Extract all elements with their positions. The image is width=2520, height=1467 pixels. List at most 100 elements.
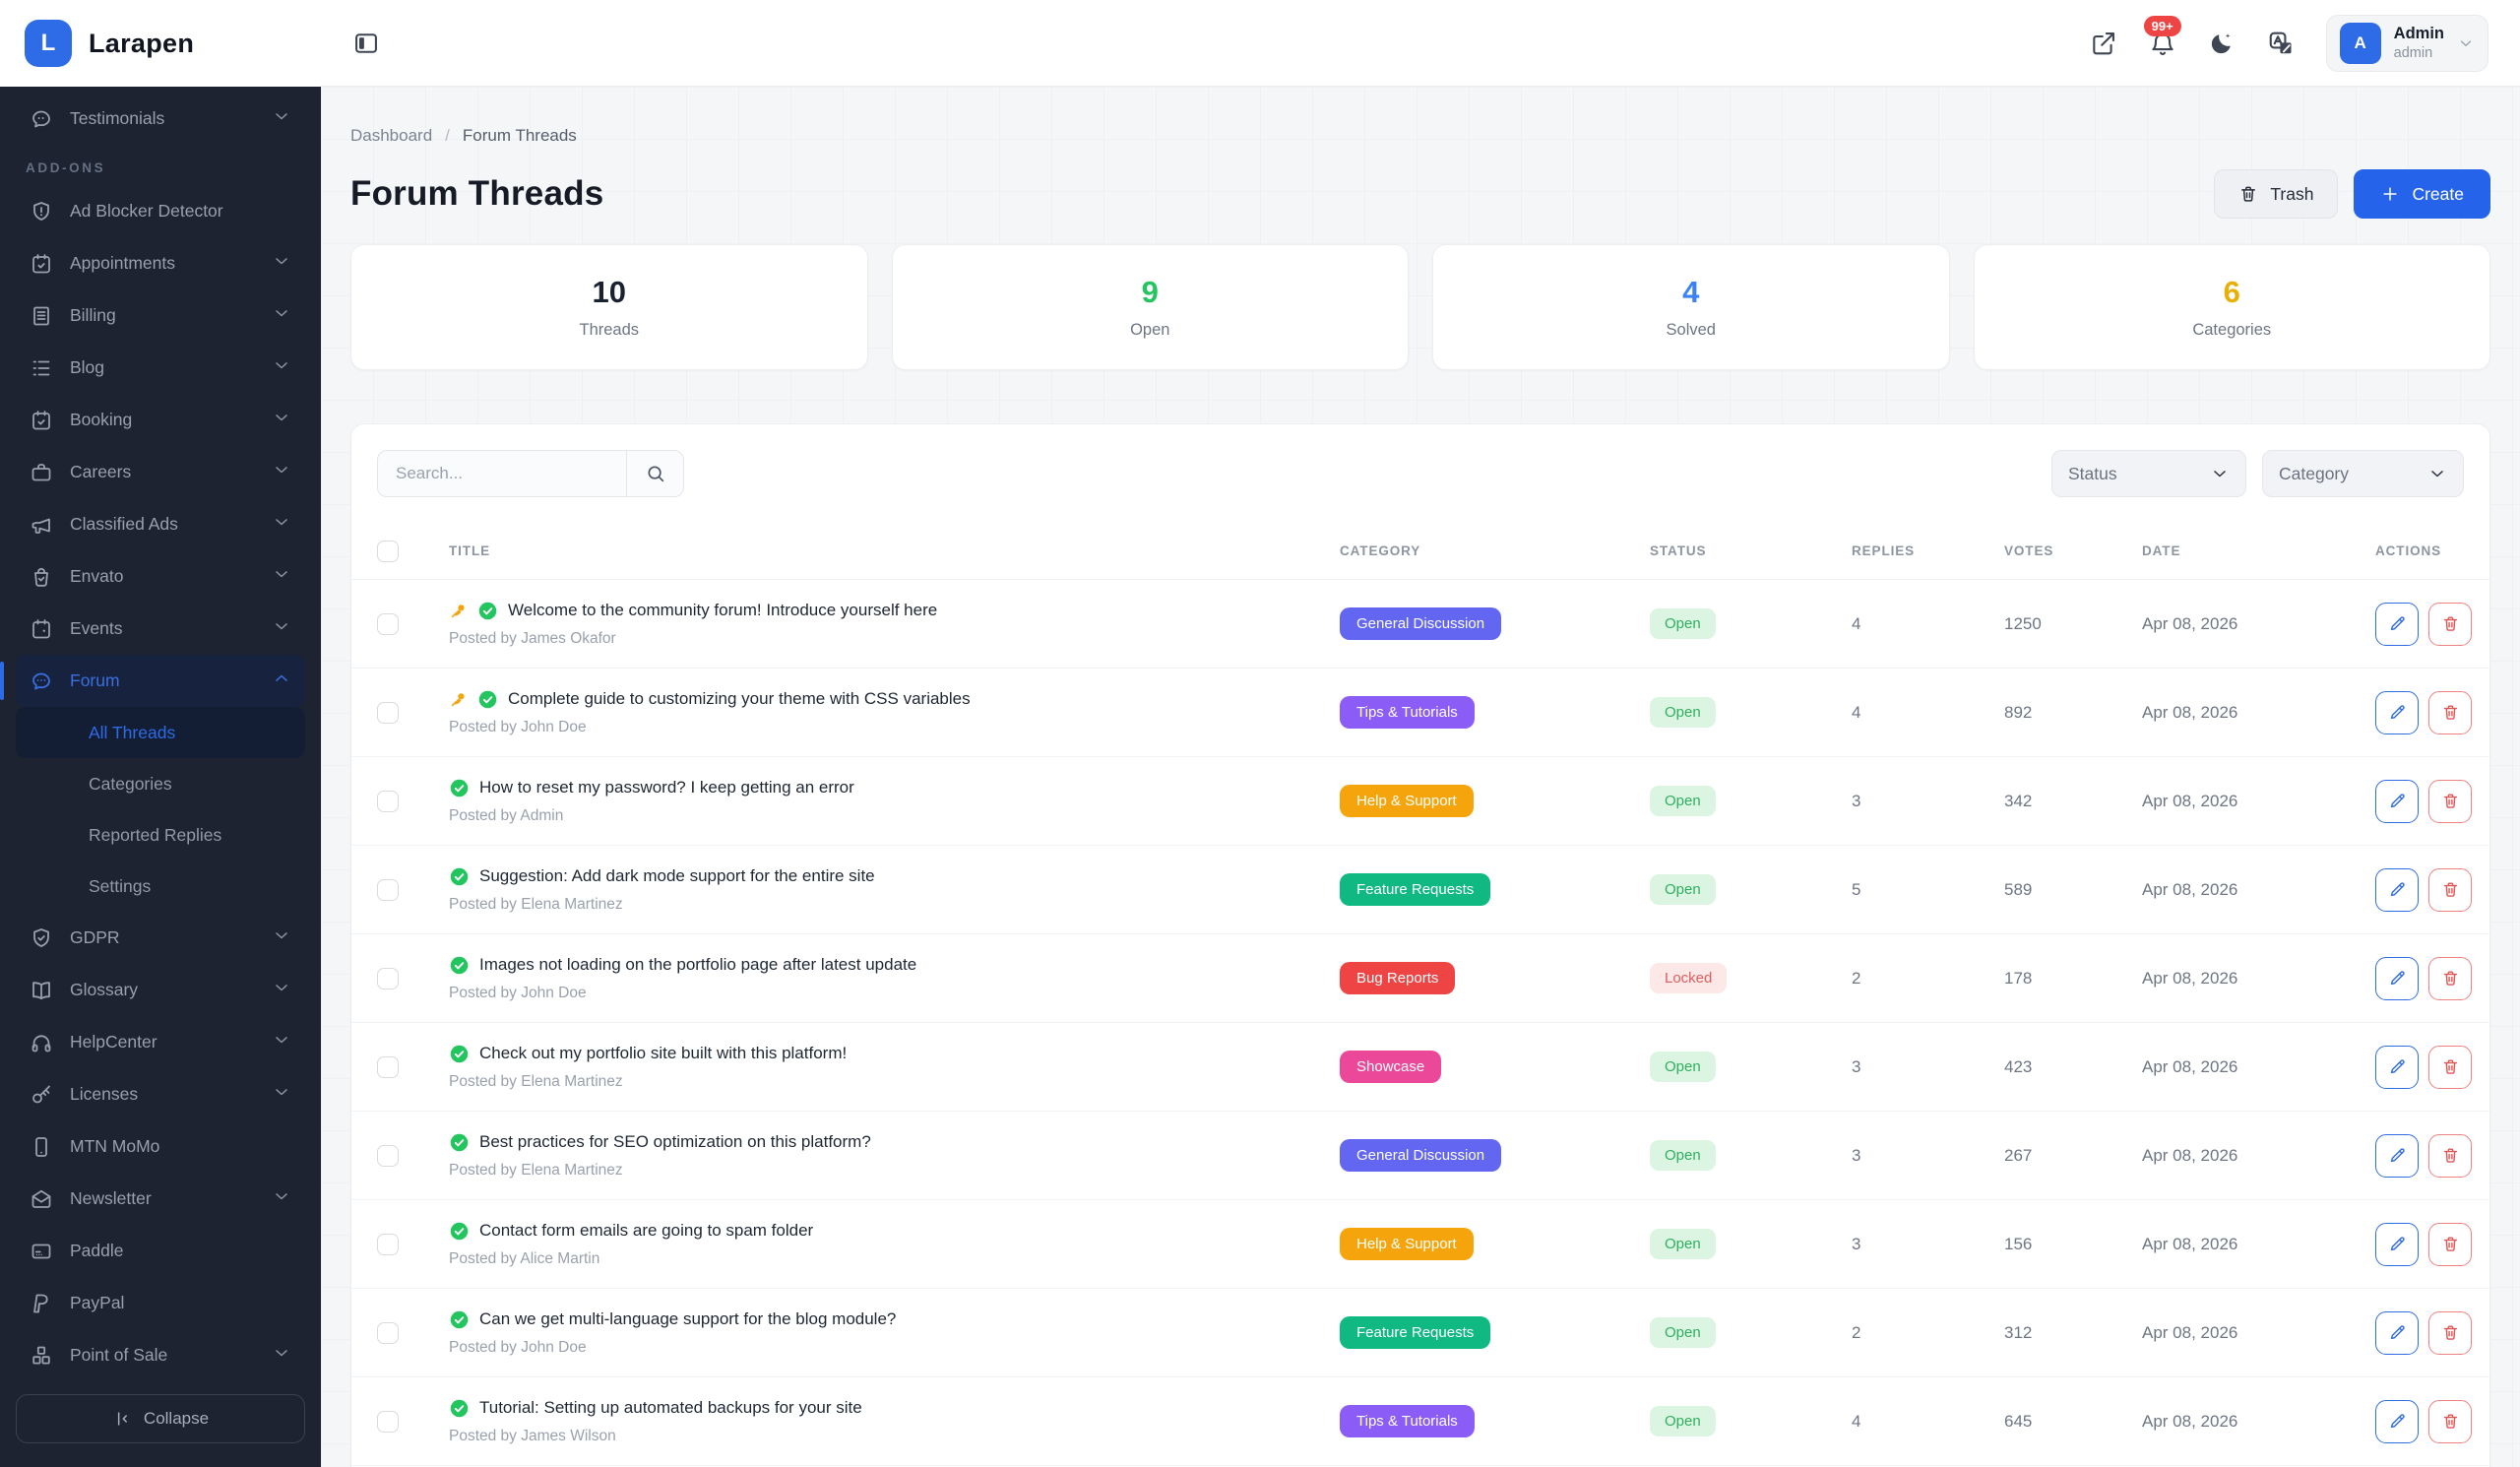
create-button[interactable]: Create [2354, 169, 2490, 219]
sidebar-item-label: Ad Blocker Detector [70, 201, 223, 222]
delete-button[interactable] [2428, 1223, 2472, 1266]
sidebar-item-appointments[interactable]: Appointments [16, 237, 305, 289]
thread-title[interactable]: Contact form emails are going to spam fo… [479, 1221, 813, 1241]
headphones-icon [30, 1031, 53, 1054]
sidebar-item-paypal[interactable]: PayPal [16, 1277, 305, 1329]
row-checkbox[interactable] [377, 1056, 399, 1078]
category-badge: Feature Requests [1340, 1316, 1490, 1349]
sidebar-subitem-reported-replies[interactable]: Reported Replies [16, 809, 305, 861]
trash-button[interactable]: Trash [2214, 169, 2338, 219]
search-button[interactable] [626, 451, 683, 496]
row-checkbox[interactable] [377, 968, 399, 989]
category-badge: General Discussion [1340, 1139, 1501, 1172]
edit-button[interactable] [2375, 1400, 2419, 1443]
status-filter-select[interactable]: Status [2051, 450, 2246, 497]
breadcrumb-dashboard[interactable]: Dashboard [350, 126, 432, 146]
sidebar-toggle-button[interactable] [352, 30, 380, 57]
sidebar-item-forum[interactable]: Forum [16, 655, 305, 707]
row-checkbox[interactable] [377, 613, 399, 635]
edit-button[interactable] [2375, 603, 2419, 646]
sidebar-subitem-settings[interactable]: Settings [16, 861, 305, 912]
thread-title[interactable]: Images not loading on the portfolio page… [479, 955, 916, 975]
sidebar-item-billing[interactable]: Billing [16, 289, 305, 342]
sidebar-subitem-categories[interactable]: Categories [16, 758, 305, 809]
thread-title-cell: Contact form emails are going to spam fo… [449, 1221, 1340, 1268]
edit-button[interactable] [2375, 1311, 2419, 1355]
sidebar-subitem-all-threads[interactable]: All Threads [16, 707, 305, 758]
search-input[interactable] [378, 451, 626, 496]
thread-title[interactable]: Complete guide to customizing your theme… [508, 689, 971, 709]
sidebar-item-classified-ads[interactable]: Classified Ads [16, 498, 305, 550]
edit-button[interactable] [2375, 957, 2419, 1000]
delete-button[interactable] [2428, 691, 2472, 734]
sidebar-item-point-of-sale[interactable]: Point of Sale [16, 1329, 305, 1378]
delete-button[interactable] [2428, 1400, 2472, 1443]
user-menu[interactable]: A Admin admin [2326, 15, 2488, 72]
category-filter-select[interactable]: Category [2262, 450, 2464, 497]
edit-button[interactable] [2375, 1046, 2419, 1089]
sidebar-item-newsletter[interactable]: Newsletter [16, 1173, 305, 1225]
row-actions [2375, 1400, 2472, 1443]
sidebar-item-envato[interactable]: Envato [16, 550, 305, 603]
row-checkbox[interactable] [377, 879, 399, 901]
sidebar-item-events[interactable]: Events [16, 603, 305, 655]
collapse-sidebar-button[interactable]: Collapse [16, 1394, 305, 1443]
sidebar-item-ad-blocker-detector[interactable]: Ad Blocker Detector [16, 185, 305, 237]
dark-mode-button[interactable] [2208, 30, 2236, 57]
collapse-left-icon [112, 1409, 132, 1429]
row-checkbox[interactable] [377, 791, 399, 812]
trash-icon [2441, 614, 2460, 633]
edit-button[interactable] [2375, 868, 2419, 912]
filter-selects: Status Category [2051, 450, 2464, 497]
delete-button[interactable] [2428, 1046, 2472, 1089]
notifications-button[interactable]: 99+ [2149, 30, 2176, 57]
sidebar-item-licenses[interactable]: Licenses [16, 1068, 305, 1120]
row-checkbox[interactable] [377, 1234, 399, 1255]
thread-title[interactable]: Tutorial: Setting up automated backups f… [479, 1398, 862, 1418]
row-checkbox[interactable] [377, 1411, 399, 1433]
open-site-button[interactable] [2090, 30, 2117, 57]
votes-count: 156 [2004, 1235, 2142, 1254]
check-circle-icon [449, 1221, 470, 1242]
row-checkbox[interactable] [377, 702, 399, 724]
user-name: Admin [2394, 25, 2444, 43]
sidebar-item-booking[interactable]: Booking [16, 394, 305, 446]
select-all-checkbox[interactable] [377, 541, 399, 562]
delete-button[interactable] [2428, 780, 2472, 823]
thread-title[interactable]: Can we get multi-language support for th… [479, 1309, 896, 1329]
stat-value: 9 [1142, 275, 1159, 310]
row-actions [2375, 780, 2472, 823]
sidebar-item-testimonials[interactable]: Testimonials [16, 93, 305, 145]
thread-title[interactable]: Welcome to the community forum! Introduc… [508, 601, 937, 620]
edit-button[interactable] [2375, 780, 2419, 823]
thread-title[interactable]: Check out my portfolio site built with t… [479, 1044, 847, 1063]
receipt-icon [30, 304, 53, 328]
delete-button[interactable] [2428, 868, 2472, 912]
sidebar-item-gdpr[interactable]: GDPR [16, 912, 305, 964]
row-checkbox[interactable] [377, 1145, 399, 1167]
sidebar-item-glossary[interactable]: Glossary [16, 964, 305, 1016]
sidebar-item-paddle[interactable]: Paddle [16, 1225, 305, 1277]
delete-button[interactable] [2428, 1134, 2472, 1178]
sidebar-item-careers[interactable]: Careers [16, 446, 305, 498]
shield-alert-icon [30, 200, 53, 223]
sidebar-item-helpcenter[interactable]: HelpCenter [16, 1016, 305, 1068]
sidebar-item-blog[interactable]: Blog [16, 342, 305, 394]
category-filter-label: Category [2279, 464, 2349, 484]
language-button[interactable] [2267, 30, 2295, 57]
thread-title[interactable]: How to reset my password? I keep getting… [479, 778, 854, 797]
panel-filters: Status Category [351, 424, 2489, 523]
thread-author: Posted by John Doe [449, 719, 1320, 736]
row-checkbox[interactable] [377, 1322, 399, 1344]
chevron-down-icon [272, 303, 291, 328]
edit-button[interactable] [2375, 1223, 2419, 1266]
delete-button[interactable] [2428, 1311, 2472, 1355]
thread-title[interactable]: Suggestion: Add dark mode support for th… [479, 866, 875, 886]
delete-button[interactable] [2428, 603, 2472, 646]
thread-title-cell: Best practices for SEO optimization on t… [449, 1132, 1340, 1180]
delete-button[interactable] [2428, 957, 2472, 1000]
edit-button[interactable] [2375, 691, 2419, 734]
thread-title[interactable]: Best practices for SEO optimization on t… [479, 1132, 871, 1152]
edit-button[interactable] [2375, 1134, 2419, 1178]
sidebar-item-mtn-momo[interactable]: MTN MoMo [16, 1120, 305, 1173]
